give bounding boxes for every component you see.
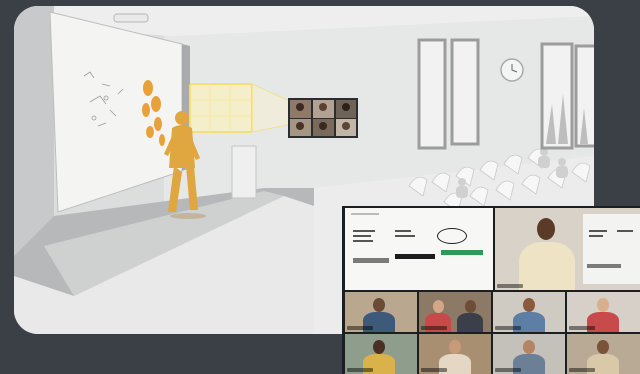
nameplate — [421, 326, 447, 330]
participant-body — [457, 313, 483, 332]
slide-text-line — [589, 230, 607, 232]
nameplate — [421, 368, 447, 372]
slide-gray-bar — [587, 264, 621, 268]
nameplate — [497, 284, 523, 288]
participant-tile — [345, 334, 417, 374]
slide-text-line — [353, 235, 371, 237]
participant-head — [597, 340, 609, 354]
participant-tile — [567, 292, 640, 332]
video-call-grid — [342, 206, 640, 374]
slide-text-line — [589, 235, 603, 237]
speaker-slide-panel — [583, 214, 640, 284]
participant-head — [523, 340, 535, 354]
participant-head — [373, 298, 385, 312]
nameplate — [495, 326, 521, 330]
slide-text-line — [353, 240, 373, 242]
participant-head — [597, 298, 609, 312]
nameplate — [495, 368, 521, 372]
slide-gray-bar — [353, 258, 389, 263]
slide-green-bar — [441, 250, 483, 255]
nameplate — [569, 326, 595, 330]
participant-tile — [419, 334, 491, 374]
shared-slide-1 — [345, 208, 493, 290]
participant-tile — [567, 334, 640, 374]
slide-title-line — [351, 213, 379, 215]
speaker-head — [537, 218, 555, 240]
participant-head — [523, 298, 535, 312]
speaker-body — [519, 242, 575, 290]
participant-head — [433, 300, 444, 313]
participant-tile — [345, 292, 417, 332]
slide-text-line — [353, 230, 375, 232]
participant-head — [465, 300, 476, 313]
nameplate — [347, 368, 373, 372]
participant-tile — [493, 292, 565, 332]
participant-tile — [419, 292, 491, 332]
slide-text-line — [395, 235, 415, 237]
slide-text-line — [617, 230, 633, 232]
nameplate — [347, 326, 373, 330]
speaker-tile — [495, 208, 640, 290]
participant-tile — [493, 334, 565, 374]
slide-black-bar — [395, 254, 435, 259]
slide-annotation-circle — [437, 228, 467, 244]
nameplate — [569, 368, 595, 372]
participant-head — [449, 340, 461, 354]
participant-head — [373, 340, 385, 354]
slide-text-line — [395, 230, 411, 232]
